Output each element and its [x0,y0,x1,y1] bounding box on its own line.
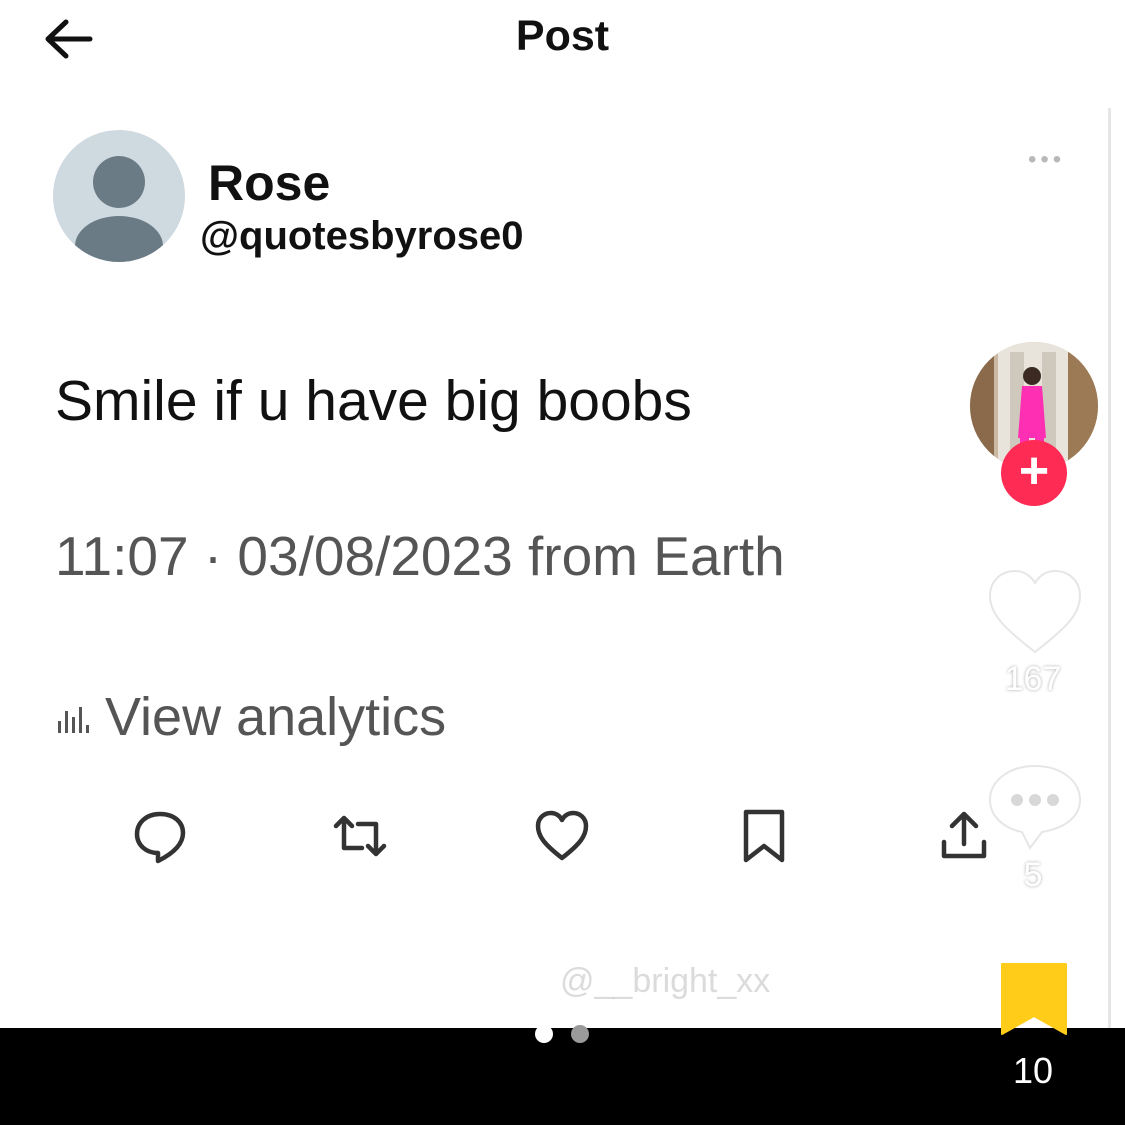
bookmark-icon [743,809,785,863]
page-title: Post [515,12,610,60]
side-comment-button[interactable] [986,758,1084,856]
reply-icon [134,811,186,864]
watermark: @__bright_xx [560,962,771,1000]
default-avatar-icon [75,156,163,262]
view-analytics-label: View analytics [105,687,447,747]
page-dot [571,1025,589,1043]
repost-button[interactable] [330,806,390,866]
like-icon [535,810,589,861]
page-indicator [535,1025,589,1043]
favorite-bookmark-icon [1001,963,1067,1035]
like-count: 167 [1004,660,1062,698]
reply-button[interactable] [130,806,190,866]
analytics-icon [58,707,89,733]
heart-icon [988,569,1082,654]
follow-button[interactable]: + [1001,440,1067,506]
view-analytics-link[interactable]: View analytics [55,682,446,752]
avatar[interactable] [53,130,185,262]
like-button[interactable] [532,806,592,866]
author-handle[interactable]: @quotesbyrose0 [200,214,524,259]
post-text: Smile if u have big boobs [55,369,692,433]
favorite-count: 10 [1012,1050,1054,1091]
comment-count: 5 [1023,856,1043,894]
side-favorite-button[interactable] [998,960,1070,1038]
comment-bubble-icon [988,764,1082,850]
more-options-icon[interactable]: ••• [1028,146,1065,174]
bookmark-button[interactable] [734,806,794,866]
repost-icon [333,815,387,857]
page-dot-active [535,1025,553,1043]
side-like-button[interactable] [986,566,1084,658]
author-name[interactable]: Rose [208,154,330,212]
divider [1108,108,1111,1028]
post-meta: 11:07 · 03/08/2023 from Earth [55,525,785,587]
